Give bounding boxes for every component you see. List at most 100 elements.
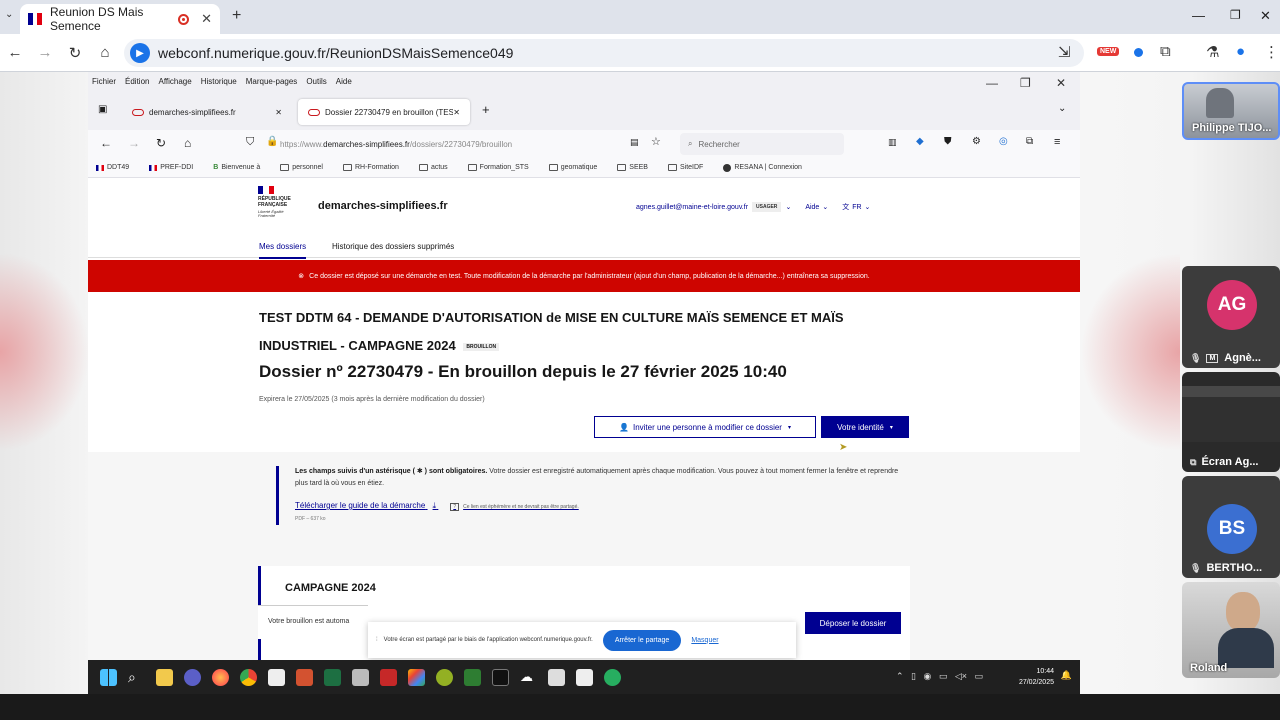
extension-dot-icon[interactable] xyxy=(1134,48,1143,57)
ff-back-icon[interactable]: ← xyxy=(100,136,112,150)
bookmark-resana[interactable]: RESANA | Connexion xyxy=(723,163,812,172)
restore-window-icon[interactable]: ❐ xyxy=(1230,8,1241,22)
bookmark-geomatique[interactable]: geomatique xyxy=(548,164,608,171)
tab-search-icon[interactable]: ⌄ xyxy=(5,9,13,20)
identity-button[interactable]: Votre identité ▾ xyxy=(821,416,909,438)
tab-mes-dossiers[interactable]: Mes dossiers xyxy=(259,242,307,259)
app-scissors-icon[interactable] xyxy=(576,668,593,686)
ff-tab-demarches[interactable]: demarches-simplifiees.fr ✕ xyxy=(122,99,292,125)
download-icon[interactable]: ⤓ xyxy=(433,501,437,510)
bookmark-actus[interactable]: actus xyxy=(418,164,458,171)
user-email[interactable]: agnes.guillet@maine-et-loire.gouv.fr xyxy=(636,204,748,211)
ff-home-icon[interactable]: ⌂ xyxy=(184,136,191,150)
menu-marque-pages[interactable]: Marque-pages xyxy=(246,77,298,86)
install-app-icon[interactable]: ⇲ xyxy=(1058,43,1071,61)
ff-extension-circle-icon[interactable]: ◎ xyxy=(999,136,1008,147)
participant-tile-bertho[interactable]: BS 🎙 BERTHO... xyxy=(1182,476,1280,578)
windows-start-icon[interactable] xyxy=(100,668,117,686)
new-tab-button[interactable]: + xyxy=(232,7,241,25)
bookmark-formation-sts[interactable]: Formation_STS xyxy=(467,164,539,171)
ff-search-box[interactable]: ⌕ Rechercher xyxy=(680,133,844,155)
chevron-down-icon[interactable]: ⌄ xyxy=(865,203,871,211)
qgis-icon[interactable] xyxy=(436,668,453,686)
translate-icon[interactable]: 文 xyxy=(842,202,849,212)
new-extension-badge[interactable]: NEW xyxy=(1097,47,1120,56)
app-red-icon[interactable] xyxy=(380,668,397,686)
ff-minimize-icon[interactable]: — xyxy=(986,76,998,90)
notification-bell-icon[interactable]: 🔔 xyxy=(1061,670,1072,681)
ff-restore-icon[interactable]: ❐ xyxy=(1020,76,1031,90)
taskbar-clock[interactable]: 10:44 27/02/2025 xyxy=(1019,666,1054,688)
menu-historique[interactable]: Historique xyxy=(201,77,237,86)
chevron-down-icon[interactable]: ⌄ xyxy=(822,203,828,211)
ff-hamburger-menu-icon[interactable]: ≡ xyxy=(1054,136,1060,148)
ff-close-tab-icon[interactable]: ✕ xyxy=(453,108,460,117)
ff-address-bar[interactable]: https://www. demarches-simplifiees.fr/dos… xyxy=(240,133,628,155)
participant-tile-agnes[interactable]: AG 🎙 M Agnè... xyxy=(1182,266,1280,368)
drag-handle-icon[interactable]: ⁞ xyxy=(376,637,378,643)
ds-brand-link[interactable]: demarches-simplifiees.fr xyxy=(318,200,448,212)
ff-library-icon[interactable]: ▥ xyxy=(888,137,897,148)
participant-tile-roland[interactable]: Roland xyxy=(1182,582,1280,678)
ff-extension-gear-icon[interactable]: ⚙ xyxy=(972,136,981,147)
reload-icon[interactable]: ↻ xyxy=(60,44,90,62)
app-icon[interactable] xyxy=(184,668,201,686)
more-menu-icon[interactable]: ⋮ xyxy=(1264,43,1279,61)
bookmark-rh-formation[interactable]: RH-Formation xyxy=(342,164,409,171)
ff-close-tab-icon[interactable]: ✕ xyxy=(275,108,282,117)
participant-tile-philippe[interactable]: Philippe TIJO... xyxy=(1182,82,1280,140)
ff-tab-overflow-icon[interactable]: ⌄ xyxy=(1058,103,1066,114)
ff-tab-dossier[interactable]: Dossier 22730479 en brouillon (TEST ✕ xyxy=(298,99,470,125)
bookmark-bienvenue[interactable]: B Bienvenue à xyxy=(213,164,270,171)
extensions-icon[interactable]: ⧉ xyxy=(1160,43,1171,60)
chrome-icon[interactable] xyxy=(240,668,257,686)
terminal-icon[interactable] xyxy=(492,668,509,686)
calculator-icon[interactable] xyxy=(352,668,369,686)
powerpoint-icon[interactable] xyxy=(296,668,313,686)
excel-icon[interactable] xyxy=(324,668,341,686)
app-multicolor-icon[interactable] xyxy=(408,668,425,686)
menu-edition[interactable]: Édition xyxy=(125,77,149,86)
back-icon[interactable]: ← xyxy=(0,44,30,61)
app-shield-icon[interactable] xyxy=(548,668,565,686)
hide-banner-link[interactable]: Masquer xyxy=(691,637,718,644)
menu-aide[interactable]: Aide xyxy=(336,77,352,86)
ff-close-icon[interactable]: ✕ xyxy=(1056,76,1066,90)
lang-menu[interactable]: FR xyxy=(852,204,861,211)
ff-tab-list-icon[interactable]: ▣ xyxy=(98,104,107,115)
ff-extension-diamond-icon[interactable]: ◆ xyxy=(916,136,924,147)
menu-fichier[interactable]: Fichier xyxy=(92,77,116,86)
system-tray[interactable]: ⌃ ▯ ◉ ▭ ◁× ▭ xyxy=(896,671,983,682)
submit-dossier-button[interactable]: Déposer le dossier xyxy=(805,612,901,634)
close-window-icon[interactable]: ✕ xyxy=(1260,8,1271,24)
document-icon[interactable] xyxy=(268,668,285,686)
ff-extension-shield-icon[interactable]: ⛊ xyxy=(944,136,952,147)
firefox-icon[interactable] xyxy=(212,668,229,686)
address-bar[interactable]: ▶ webconf.numerique.gouv.fr/ReunionDSMai… xyxy=(124,39,1084,67)
ff-reload-icon[interactable]: ↻ xyxy=(156,136,166,150)
menu-outils[interactable]: Outils xyxy=(306,77,326,86)
cloud-icon[interactable]: ☁ xyxy=(520,669,537,686)
participant-tile-screen-share[interactable]: ⧉ Écran Ag... xyxy=(1182,372,1280,472)
file-explorer-icon[interactable] xyxy=(156,668,173,686)
bookmark-ddt49[interactable]: DDT49 xyxy=(96,164,139,171)
bookmark-pref-ddi[interactable]: PREF-DDI xyxy=(149,164,203,171)
ff-extensions-puzzle-icon[interactable]: ⧉ xyxy=(1026,136,1033,147)
invite-person-button[interactable]: 👤 Inviter une personne à modifier ce dos… xyxy=(594,416,816,438)
help-menu[interactable]: Aide xyxy=(805,204,819,211)
profile-icon[interactable]: ● xyxy=(1236,43,1245,60)
ff-new-tab-button[interactable]: + xyxy=(482,102,490,117)
home-icon[interactable]: ⌂ xyxy=(90,44,120,61)
chevron-down-icon[interactable]: ⌄ xyxy=(785,203,791,211)
close-tab-icon[interactable]: ✕ xyxy=(201,11,212,27)
search-icon[interactable]: ⌕ xyxy=(128,669,145,686)
download-guide-link[interactable]: Télécharger le guide de la démarche xyxy=(295,501,425,510)
tab-historique-supprimes[interactable]: Historique des dossiers supprimés xyxy=(332,242,454,251)
bookmark-siteidf[interactable]: SiteIDF xyxy=(667,164,713,171)
app-green-icon[interactable] xyxy=(464,668,481,686)
ff-reader-icon[interactable]: ▤ xyxy=(630,137,639,148)
minimize-window-icon[interactable]: — xyxy=(1192,8,1205,23)
app-green-circle-icon[interactable] xyxy=(604,668,621,686)
browser-tab-reunion[interactable]: Reunion DS Mais Semence ✕ xyxy=(20,4,220,34)
stop-sharing-button[interactable]: Arrêter le partage xyxy=(602,629,682,651)
